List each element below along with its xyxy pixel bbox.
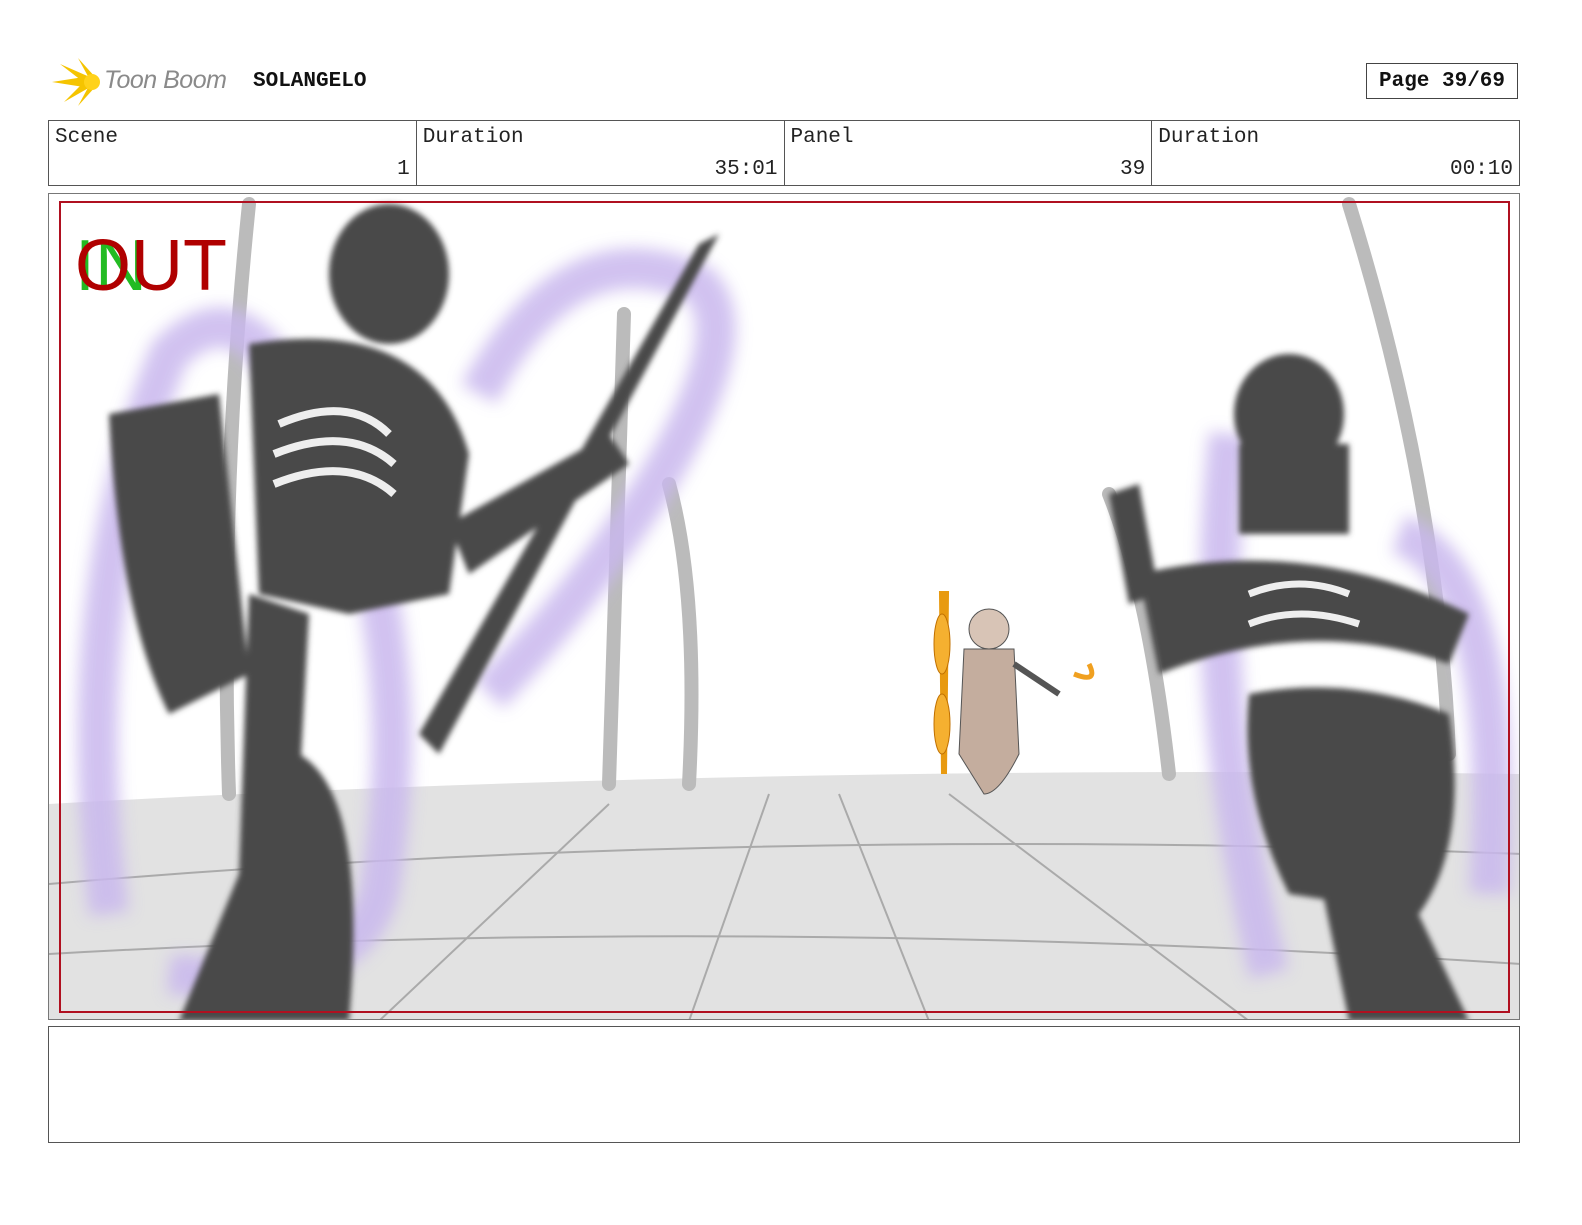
logo-text: Toon Boom [104, 66, 227, 94]
scene-label: Scene [55, 126, 119, 149]
panel-cell: Panel 39 [785, 121, 1153, 185]
panel-info-table: Scene 1 Duration 35:01 Panel 39 Duration… [48, 120, 1520, 186]
scene-duration-cell: Duration 35:01 [417, 121, 785, 185]
panel-value: 39 [1120, 158, 1146, 181]
out-marker: OUT [75, 228, 227, 298]
scene-duration-value: 35:01 [714, 158, 778, 181]
caption-box [48, 1026, 1520, 1143]
safe-area-frame [59, 201, 1510, 1013]
scene-duration-label: Duration [422, 126, 524, 149]
project-title: SOLANGELO [253, 70, 367, 93]
storyboard-panel: IN OUT [48, 193, 1520, 1020]
panel-duration-cell: Duration 00:10 [1152, 121, 1519, 185]
scene-cell: Scene 1 [49, 121, 417, 185]
panel-label: Panel [790, 126, 854, 149]
panel-duration-label: Duration [1158, 126, 1260, 149]
scene-value: 1 [397, 158, 410, 181]
in-out-marker: IN OUT [75, 228, 227, 298]
panel-duration-value: 00:10 [1449, 158, 1513, 181]
page-number: Page 39/69 [1366, 63, 1518, 99]
